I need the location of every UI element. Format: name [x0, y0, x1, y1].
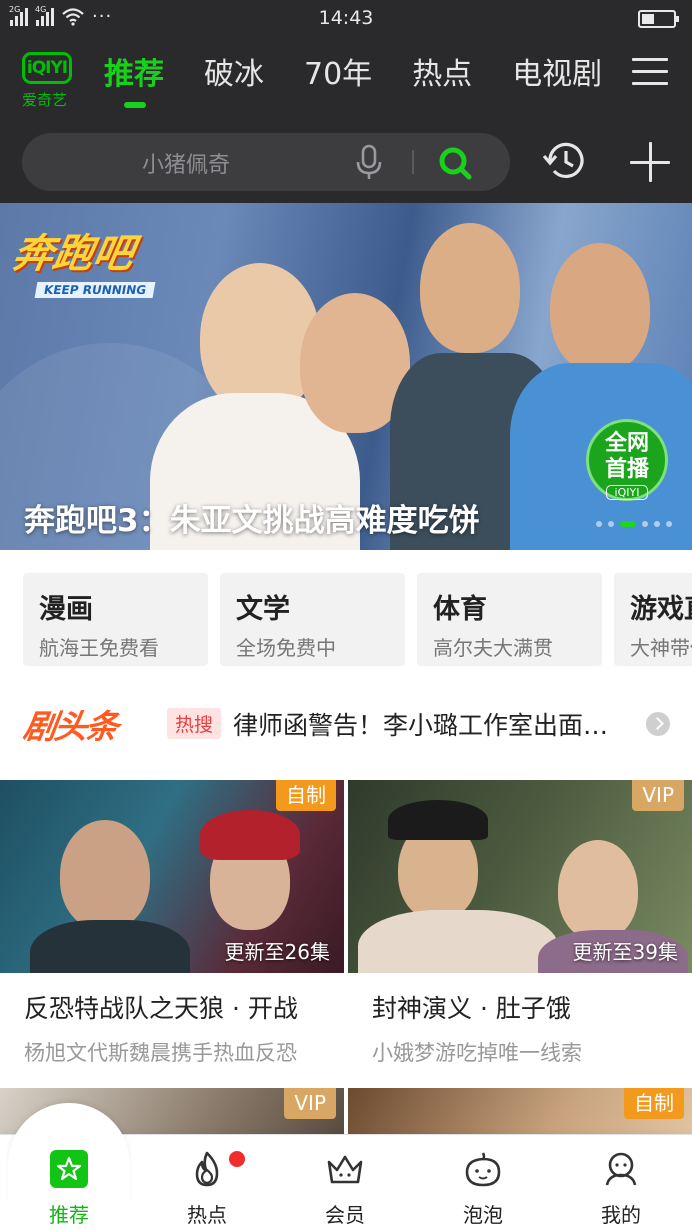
headline-row[interactable]: 剧头条 热搜 律师函警告！李小璐工作室出面… — [20, 700, 674, 748]
video-title[interactable]: 封神演义 · 肚子饿 — [372, 989, 692, 1025]
pager-dot[interactable] — [620, 521, 636, 527]
show-logo-text: 奔跑吧 — [9, 231, 138, 277]
battery-icon — [638, 10, 679, 28]
actor-hair — [388, 800, 488, 840]
pager-dot[interactable] — [608, 521, 614, 527]
search-bar[interactable]: 小猪佩奇 — [22, 133, 510, 191]
banner-title[interactable]: 奔跑吧3：朱亚文挑战高难度吃饼 — [24, 495, 480, 540]
status-bar: 2G 4G ··· 14:43 — [0, 0, 692, 38]
vip-badge: VIP — [632, 780, 684, 811]
nav-hot[interactable]: 热点 — [138, 1135, 276, 1230]
actor-body — [30, 920, 190, 973]
bubble-face-icon — [465, 1152, 501, 1187]
exclusive-badge: 自制 — [624, 1088, 684, 1119]
shortcut-card-comics[interactable]: 漫画 航海王免费看 — [23, 573, 208, 666]
chevron-right-icon[interactable] — [646, 712, 670, 736]
headline-text[interactable]: 律师函警告！李小璐工作室出面… — [233, 706, 639, 742]
video-card[interactable]: VIP 更新至39集 封神演义 · 肚子饿 小娥梦游吃掉唯一线索 — [348, 780, 692, 1067]
pager-dot[interactable] — [642, 521, 648, 527]
shortcut-subtitle: 航海王免费看 — [39, 636, 159, 660]
shortcut-card-game-live[interactable]: 游戏直播 大神带你飞 — [614, 573, 692, 666]
actor-robe — [358, 910, 558, 973]
nav-label: 推荐 — [49, 1203, 89, 1227]
profile-icon — [605, 1152, 637, 1186]
app-header: iQIYI 爱奇艺 推荐 破冰 70年 热点 电视剧 小猪佩奇 — [0, 38, 692, 203]
tab-70-years[interactable]: 70年 — [296, 48, 392, 118]
tab-tv-series[interactable]: 电视剧 — [504, 48, 608, 118]
shortcut-subtitle: 全场免费中 — [236, 636, 336, 660]
shortcut-subtitle: 高尔夫大满贯 — [433, 636, 553, 660]
home-star-icon — [50, 1150, 88, 1188]
crown-icon — [327, 1155, 363, 1184]
shortcut-title: 文学 — [236, 594, 290, 625]
video-thumbnail[interactable]: VIP 更新至39集 — [348, 780, 692, 973]
bottom-navigation: 推荐 热点 会员 泡泡 我的 — [0, 1103, 692, 1230]
episode-update: 更新至39集 — [572, 940, 678, 964]
nav-label: 泡泡 — [463, 1203, 503, 1227]
nav-vip[interactable]: 会员 — [276, 1135, 414, 1230]
headline-brand: 剧头条 — [20, 707, 120, 746]
logo-mark: iQIYI — [22, 52, 72, 84]
tab-pobing[interactable]: 破冰 — [196, 48, 284, 118]
vip-badge: VIP — [284, 1088, 336, 1119]
nav-label: 我的 — [601, 1203, 641, 1227]
flame-icon — [195, 1151, 219, 1187]
person-face-3 — [420, 223, 520, 353]
nav-bubble[interactable]: 泡泡 — [414, 1135, 552, 1230]
premiere-badge: 全网 首播 iQIYI — [586, 419, 668, 501]
video-thumbnail[interactable]: 自制 更新至26集 — [0, 780, 344, 973]
history-icon[interactable] — [542, 138, 588, 184]
video-subtitle: 杨旭文代斯魏晨携手热血反恐 — [24, 1041, 297, 1065]
notification-dot — [229, 1151, 245, 1167]
actress-hair — [200, 810, 300, 860]
pager-dot[interactable] — [666, 521, 672, 527]
shortcut-card-literature[interactable]: 文学 全场免费中 — [220, 573, 405, 666]
shortcut-subtitle: 大神带你飞 — [630, 636, 692, 660]
nav-label: 会员 — [325, 1203, 365, 1227]
show-logo-sub: KEEP RUNNING — [34, 282, 156, 298]
add-icon[interactable] — [630, 142, 670, 182]
premiere-badge-line1: 全网 — [604, 431, 649, 456]
search-icon[interactable] — [437, 145, 473, 181]
channel-menu-icon[interactable] — [632, 58, 668, 90]
hero-banner[interactable]: 奔跑吧 KEEP RUNNING 全网 首播 iQIYI 奔跑吧3：朱亚文挑战高… — [0, 203, 692, 550]
channel-tabs: 推荐 破冰 70年 热点 电视剧 — [96, 48, 608, 118]
shortcut-card-sports[interactable]: 体育 高尔夫大满贯 — [417, 573, 602, 666]
actor-face — [60, 820, 150, 930]
actress-face — [558, 840, 638, 940]
video-title[interactable]: 反恐特战队之天狼 · 开战 — [24, 989, 344, 1025]
premiere-badge-brand: iQIYI — [606, 485, 648, 500]
show-logo: 奔跑吧 KEEP RUNNING — [9, 221, 194, 301]
episode-update: 更新至26集 — [224, 940, 330, 964]
video-card[interactable]: 自制 更新至26集 反恐特战队之天狼 · 开战 杨旭文代斯魏晨携手热血反恐 — [0, 780, 344, 1067]
nav-profile[interactable]: 我的 — [552, 1135, 690, 1230]
hot-search-tag: 热搜 — [167, 708, 222, 739]
shortcut-title: 游戏直播 — [630, 594, 692, 625]
logo-subtitle: 爱奇艺 — [22, 91, 68, 109]
pager-dot[interactable] — [596, 521, 602, 527]
search-input[interactable]: 小猪佩奇 — [142, 147, 230, 179]
iqiyi-logo[interactable]: iQIYI 爱奇艺 — [22, 52, 74, 114]
clock: 14:43 — [318, 7, 374, 29]
person-face-4 — [550, 243, 650, 373]
shortcut-cards: 漫画 航海王免费看 文学 全场免费中 体育 高尔夫大满贯 游戏直播 大神带你飞 — [23, 573, 692, 666]
tab-hot[interactable]: 热点 — [404, 48, 492, 118]
nav-label: 热点 — [187, 1203, 227, 1227]
shortcut-title: 体育 — [433, 594, 487, 625]
pager-dot[interactable] — [654, 521, 660, 527]
exclusive-badge: 自制 — [276, 780, 336, 811]
video-subtitle: 小娥梦游吃掉唯一线索 — [372, 1041, 582, 1065]
tab-recommend[interactable]: 推荐 — [96, 48, 184, 118]
premiere-badge-line2: 首播 — [604, 457, 649, 482]
microphone-icon[interactable] — [354, 143, 384, 181]
nav-recommend[interactable]: 推荐 — [0, 1135, 138, 1230]
search-divider — [412, 150, 414, 174]
banner-pager — [596, 521, 672, 527]
shortcut-title: 漫画 — [39, 594, 93, 625]
